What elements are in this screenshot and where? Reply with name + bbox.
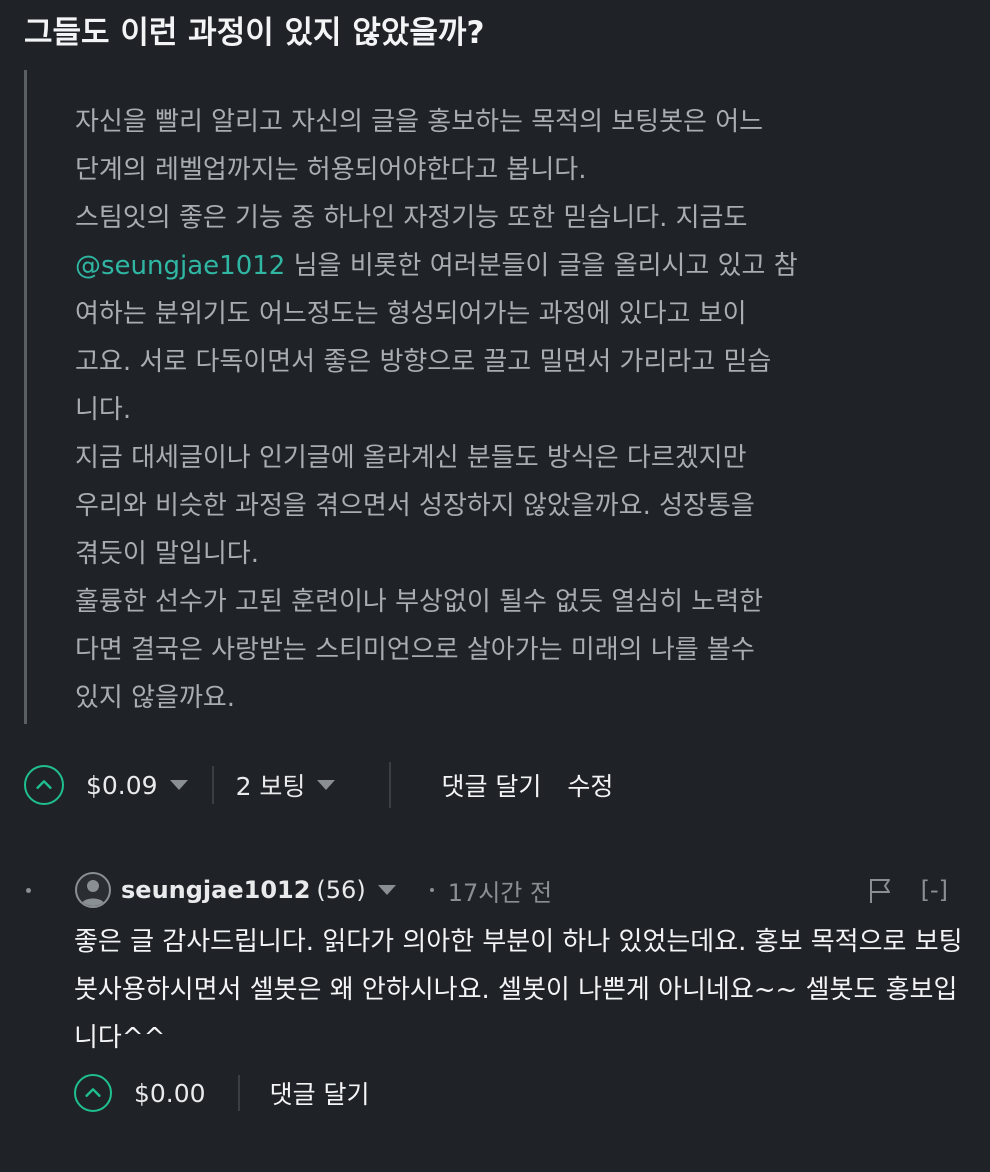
caret-down-icon[interactable] — [377, 885, 396, 895]
divider — [237, 1075, 240, 1111]
author-reputation: (56) — [316, 876, 366, 904]
divider — [211, 766, 214, 804]
quote-text-part1: 자신을 빨리 알리고 자신의 글을 홍보하는 목적의 보팅봇은 어느 단계의 레… — [75, 107, 764, 233]
comment-upvote-button[interactable] — [74, 1074, 112, 1112]
avatar-silhouette — [81, 880, 105, 906]
post-title: 그들도 이런 과정이 있지 않았을까? — [24, 15, 485, 51]
comment-payout-amount[interactable]: $0.00 — [134, 1079, 206, 1108]
votes-count: 2 보팅 — [235, 772, 306, 801]
reply-link[interactable]: 댓글 달기 — [441, 767, 541, 803]
avatar-icon[interactable] — [75, 872, 111, 908]
flag-icon[interactable] — [867, 876, 893, 904]
caret-down-icon — [317, 780, 336, 790]
comment-body: 좋은 글 감사드립니다. 읽다가 의아한 부분이 하나 있었는데요. 홍보 목적… — [74, 927, 963, 1053]
divider — [389, 762, 392, 808]
comment-timestamp[interactable]: 17시간 전 — [448, 873, 552, 908]
payout-amount[interactable]: $0.09 — [86, 771, 158, 800]
quote-text-part2: 님을 비롯한 여러분들이 글을 올리시고 있고 참 여하는 분위기도 어느정도는… — [75, 251, 798, 713]
chevron-up-icon — [36, 780, 52, 789]
comment-header: seungjae1012 (56) 17시간 전 [-] — [24, 870, 964, 910]
post-actions-bar: $0.09 2 보팅 댓글 달기 수정 — [24, 762, 964, 808]
caret-down-icon[interactable] — [169, 780, 188, 790]
collapse-toggle[interactable]: [-] — [921, 876, 948, 904]
bullet-dot — [26, 887, 31, 893]
post-quote: 자신을 빨리 알리고 자신의 글을 홍보하는 목적의 보팅봇은 어느 단계의 레… — [24, 70, 954, 724]
chevron-up-icon — [85, 1088, 101, 1097]
user-mention-link[interactable]: @seungjae1012 — [75, 251, 285, 281]
votes-dropdown[interactable]: 2 보팅 — [236, 767, 336, 803]
comment-reply-link[interactable]: 댓글 달기 — [270, 1075, 370, 1111]
comment-author[interactable]: seungjae1012 — [121, 876, 310, 904]
comment-actions-bar: $0.00 댓글 달기 — [74, 1072, 396, 1114]
upvote-button[interactable] — [24, 765, 64, 805]
quote-text: 자신을 빨리 알리고 자신의 글을 홍보하는 목적의 보팅봇은 어느 단계의 레… — [75, 98, 935, 722]
edit-link[interactable]: 수정 — [567, 767, 613, 803]
separator-dot — [429, 888, 434, 892]
